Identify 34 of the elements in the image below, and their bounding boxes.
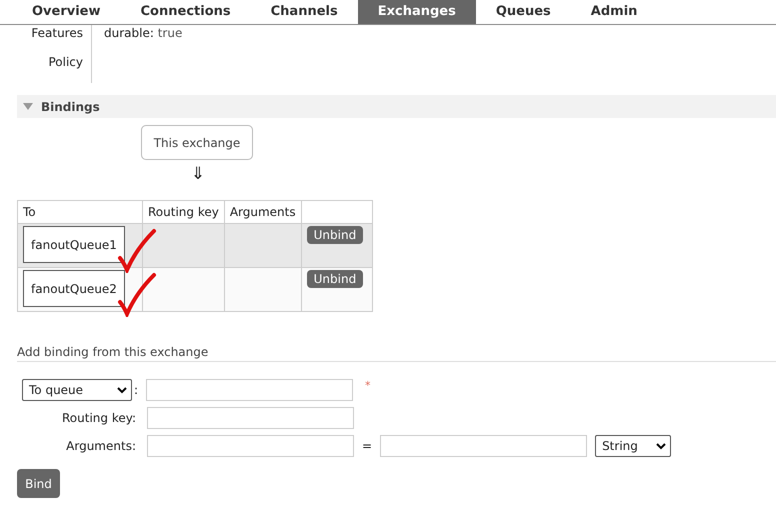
queue-name[interactable]: fanoutQueue1 (23, 226, 125, 263)
colon-label: : (134, 383, 138, 397)
section-header[interactable]: Bindings (17, 95, 776, 118)
field-label: Arguments: (65, 439, 137, 453)
bind-button[interactable]: Bind (17, 469, 60, 498)
unbind-button[interactable]: Unbind (306, 226, 364, 244)
type-select[interactable]: String (595, 435, 672, 457)
unbind-button[interactable]: Unbind (306, 270, 364, 288)
property-label: Policy (0, 54, 92, 83)
down-arrow: ⇓ (190, 163, 206, 185)
property-label: Features (0, 25, 92, 54)
argument-value-input[interactable] (380, 435, 588, 457)
section-title: Add binding from this exchange (17, 345, 776, 362)
routing-key-input[interactable] (147, 407, 354, 429)
destination-input[interactable] (146, 379, 354, 401)
nav-tab[interactable]: Channels (250, 0, 358, 24)
chevron-down-icon (656, 442, 666, 450)
destination-select[interactable]: To queue (22, 379, 132, 401)
source-node: This exchange (141, 125, 253, 160)
queue-name[interactable]: fanoutQueue2 (23, 270, 125, 307)
argument-key-input[interactable] (147, 435, 354, 457)
property-value: true (158, 26, 182, 40)
nav-tab[interactable]: Overview (12, 0, 121, 24)
nav-tab[interactable]: Connections (120, 0, 251, 24)
field-label: Routing key: (61, 411, 137, 425)
nav-tab[interactable]: Exchanges (358, 0, 476, 24)
required-mark: * (365, 379, 371, 392)
property-key: durable: (104, 26, 158, 40)
column-header: To (18, 200, 142, 224)
equals-sign: = (362, 439, 372, 453)
nav-tab[interactable]: Queues (476, 0, 571, 24)
nav-tab[interactable]: Admin (570, 0, 658, 24)
section-title: Bindings (41, 100, 100, 114)
chevron-down-icon (117, 386, 127, 394)
